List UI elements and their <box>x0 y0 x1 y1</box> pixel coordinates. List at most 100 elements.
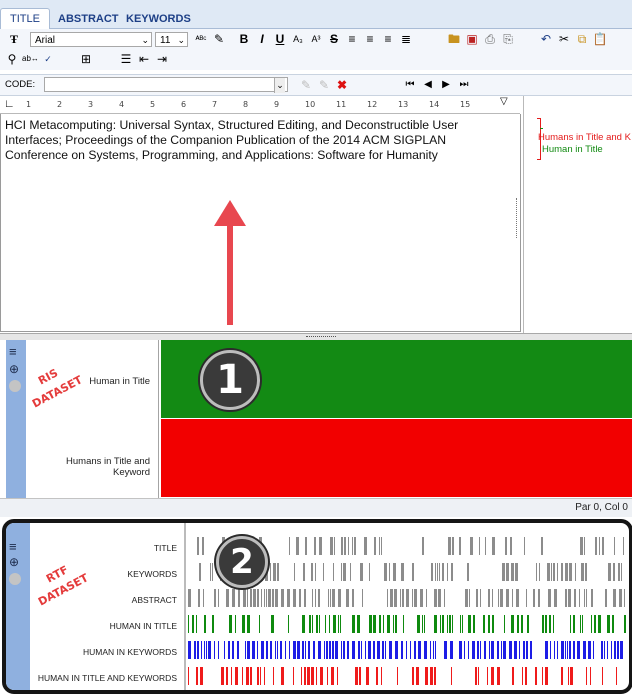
editor-splitter-handle[interactable] <box>516 198 520 238</box>
code-stripe-label[interactable]: Humans in Title and K <box>538 132 631 143</box>
print-icon[interactable]: ⎙ <box>482 31 498 47</box>
menu-icon[interactable]: ≡ <box>9 539 17 554</box>
font-size-select[interactable]: 11 ⌄ <box>155 32 188 47</box>
align-right-icon[interactable]: ≡ <box>380 31 396 47</box>
barcode-stripe <box>412 589 413 607</box>
barcode-stripe <box>514 641 517 659</box>
barcode-stripe <box>545 615 547 633</box>
barcode-stripe <box>318 641 321 659</box>
cut-icon[interactable]: ✂ <box>556 31 572 47</box>
strikethrough-icon[interactable]: S <box>326 31 342 47</box>
barcode-stripe <box>442 615 444 633</box>
uncode-pen-icon[interactable]: ✎ <box>316 77 332 93</box>
barcode-stripe <box>607 641 608 659</box>
barcode-stripe <box>604 641 605 659</box>
barcode-stripe <box>369 615 372 633</box>
barcode-stripe <box>485 537 486 555</box>
chevron-down-icon: ⌄ <box>141 35 149 45</box>
barcode-stripe <box>242 615 245 633</box>
barcode-stripe <box>414 589 417 607</box>
tab-stop-icon[interactable]: ∟ <box>4 98 15 110</box>
save-icon[interactable]: ▣ <box>464 31 480 47</box>
barcode-stripe <box>554 641 555 659</box>
zoom-in-icon[interactable]: ⊕ <box>9 555 19 569</box>
editor-text[interactable]: HCI Metacomputing: Universal Syntax, Str… <box>5 118 510 163</box>
previous-icon[interactable]: ◀ <box>420 77 436 93</box>
open-folder-icon[interactable]: 🖿 <box>446 31 462 47</box>
font-name-select[interactable]: Arial ⌄ <box>30 32 152 47</box>
barcode-stripe <box>311 563 313 581</box>
chart-bar-humans-in-title-and-keyword[interactable] <box>161 419 632 497</box>
bold-icon[interactable]: B <box>236 31 252 47</box>
align-justify-icon[interactable]: ≣ <box>398 31 414 47</box>
right-margin-icon[interactable]: ▽ <box>500 96 508 107</box>
zoom-in-icon[interactable]: ⊕ <box>9 362 19 376</box>
undo-icon[interactable]: ↶ <box>538 31 554 47</box>
ruler[interactable]: ∟ 1 2 3 4 5 6 7 8 9 10 11 12 13 14 15 ▽ <box>0 96 520 114</box>
first-icon[interactable]: ⏮ <box>402 77 418 93</box>
increase-indent-icon[interactable]: ⇥ <box>154 51 170 67</box>
barcode-stripe <box>417 615 420 633</box>
last-icon[interactable]: ⏭ <box>456 77 472 93</box>
arrow-shaft <box>227 222 233 325</box>
ruler-tick: 3 <box>88 100 94 109</box>
underline-icon[interactable]: U <box>272 31 288 47</box>
code-stripe-label[interactable]: Human in Title <box>542 144 603 155</box>
reset-zoom-icon[interactable] <box>9 573 21 585</box>
reset-zoom-icon[interactable] <box>9 380 21 392</box>
replace-icon[interactable]: ab↔ <box>22 51 39 67</box>
barcode-stripe <box>504 615 505 633</box>
barcode-stripe <box>624 615 626 633</box>
barcode-stripe <box>483 615 485 633</box>
align-left-icon[interactable]: ≡ <box>344 31 360 47</box>
copy-icon[interactable]: ⧉ <box>574 31 590 47</box>
barcode-stripe <box>488 589 490 607</box>
subscript-icon[interactable]: A₃ <box>290 31 306 47</box>
barcode-stripe <box>599 537 600 555</box>
align-center-icon[interactable]: ≡ <box>362 31 378 47</box>
barcode-stripe <box>330 537 333 555</box>
barcode-stripe <box>452 615 453 633</box>
barcode-stripe <box>524 537 525 555</box>
text-editor[interactable]: HCI Metacomputing: Universal Syntax, Str… <box>0 114 521 332</box>
italic-icon[interactable]: I <box>254 31 270 47</box>
paste-icon[interactable]: 📋 <box>592 31 608 47</box>
barcode-stripe <box>480 589 481 607</box>
barcode-stripe <box>333 563 334 581</box>
barcode-stripe <box>214 589 216 607</box>
barcode-stripe <box>460 615 461 633</box>
splitter-grip <box>306 336 336 337</box>
barcode-stripe <box>573 615 575 633</box>
print-preview-icon[interactable]: ⎘ <box>500 31 516 47</box>
code-pen-icon[interactable]: ✎ <box>298 77 314 93</box>
barcode-stripe <box>550 641 551 659</box>
superscript-icon[interactable]: A³ <box>308 31 324 47</box>
spell-check-icon[interactable]: ✓ <box>40 51 56 67</box>
barcode-stripe <box>501 641 502 659</box>
barcode-stripe <box>602 537 604 555</box>
spellcheck-icon[interactable]: ᴬᴮᶜ <box>193 31 209 47</box>
barcode-stripe <box>468 615 471 633</box>
bullet-list-icon[interactable]: ☰ <box>118 51 134 67</box>
barcode-stripe <box>545 641 548 659</box>
decrease-indent-icon[interactable]: ⇤ <box>136 51 152 67</box>
highlight-icon[interactable]: ✎ <box>211 31 227 47</box>
barcode-stripe <box>379 537 380 555</box>
barcode-stripe <box>484 641 486 659</box>
barcode-stripe <box>406 641 407 659</box>
tab-keywords[interactable]: KEYWORDS <box>126 13 191 25</box>
find-icon[interactable]: ⚲ <box>4 51 20 67</box>
remove-code-icon[interactable]: ✖ <box>334 77 350 93</box>
tab-title[interactable]: TITLE <box>0 8 50 29</box>
barcode-stripe <box>247 641 250 659</box>
menu-icon[interactable]: ≡ <box>9 344 17 359</box>
barcode-stripe <box>293 589 296 607</box>
properties-icon[interactable]: ⊞ <box>78 51 94 67</box>
barcode-stripe <box>305 537 307 555</box>
barcode-stripe <box>420 589 423 607</box>
next-icon[interactable]: ▶ <box>438 77 454 93</box>
code-select[interactable]: ⌄ <box>44 77 288 93</box>
barcode-stripe <box>266 589 267 607</box>
tab-abstract[interactable]: ABSTRACT <box>58 13 119 25</box>
barcode-stripe <box>280 641 282 659</box>
